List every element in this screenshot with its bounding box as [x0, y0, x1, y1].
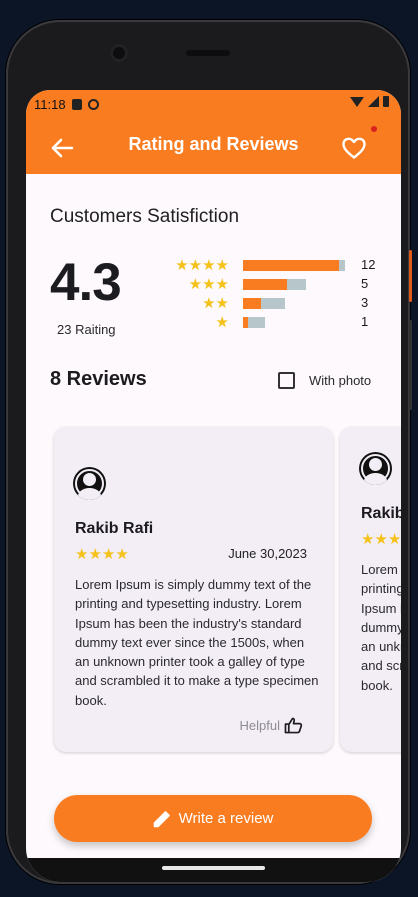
rating-row-track: [243, 279, 306, 290]
sync-icon: [87, 98, 99, 110]
helpful-button[interactable]: Helpful: [240, 717, 303, 734]
signal-icon: [368, 96, 379, 107]
with-photo-label[interactable]: With photo: [309, 373, 371, 388]
rating-row-count: 5: [361, 276, 369, 291]
reviewer-name: Rakib Rafi: [361, 505, 401, 522]
rating-row-track: [243, 260, 345, 271]
phone-frame: 11:18 Rating and Reviews Customers Satis…: [6, 20, 412, 884]
rating-row-count: 1: [361, 314, 369, 329]
review-text: Lorem Ipsum is simply dummy text of the …: [75, 577, 319, 708]
front-camera: [110, 44, 128, 62]
review-card: Rakib Rafi ★★★★ June 30,2023 Lorem Ipsum…: [54, 427, 333, 752]
pencil-icon: [153, 810, 170, 827]
satisfaction-title: Customers Satisfiction: [50, 206, 240, 227]
rating-row-count: 3: [361, 295, 369, 310]
rating-row: ★ 1: [26, 313, 401, 332]
review-stars: ★★★★: [361, 531, 401, 548]
rating-row: ★★★ 5: [26, 275, 401, 294]
avatar: [73, 467, 106, 500]
heart-icon[interactable]: [341, 136, 367, 160]
with-photo-checkbox[interactable]: [278, 372, 295, 389]
status-time: 11:18: [34, 96, 66, 112]
rating-row-stars: ★: [215, 314, 229, 331]
rating-row-track: [243, 298, 285, 309]
home-indicator[interactable]: [162, 866, 265, 870]
rating-row-fill: [243, 298, 261, 309]
volume-button: [409, 320, 412, 410]
helpful-label: Helpful: [239, 718, 280, 733]
rating-row: ★★ 3: [26, 294, 401, 313]
rating-row-fill: [243, 279, 288, 290]
rating-row: ★★★★ 12: [26, 256, 401, 275]
app-screen: 11:18 Rating and Reviews Customers Satis…: [26, 90, 401, 882]
rating-row-stars: ★★★★: [175, 257, 229, 274]
wifi-icon: [350, 96, 364, 107]
rating-row-stars: ★★★: [188, 276, 229, 293]
rating-row-count: 12: [361, 257, 376, 272]
system-nav-bar: [26, 858, 401, 882]
thumbs-up-icon: [284, 717, 303, 734]
review-date: June 30,2023: [228, 546, 307, 561]
review-card: Rakib Rafi ★★★★ Lorem Ipsum is simply du…: [340, 427, 401, 752]
status-bar: 11:18: [34, 95, 99, 113]
reviewer-name: Rakib Rafi: [75, 520, 154, 537]
rating-row-fill: [243, 317, 249, 328]
earpiece-speaker: [186, 50, 230, 56]
rating-row-track: [243, 317, 266, 328]
notification-dot: [371, 126, 377, 132]
avatar: [359, 452, 392, 485]
rating-row-fill: [243, 260, 339, 271]
review-stars: ★★★★: [75, 546, 129, 563]
battery-icon: [383, 96, 389, 107]
write-review-button[interactable]: Write a review: [54, 795, 372, 842]
review-text: Lorem Ipsum is simply dummy text of the …: [361, 562, 401, 693]
power-button: [409, 250, 412, 302]
sd-card-icon: [71, 98, 82, 110]
rating-row-stars: ★★: [202, 295, 229, 312]
app-bar: 11:18 Rating and Reviews: [26, 90, 401, 174]
status-indicators: [350, 96, 389, 107]
reviews-title: 8 Reviews: [50, 368, 147, 390]
write-review-label: Write a review: [178, 810, 274, 827]
